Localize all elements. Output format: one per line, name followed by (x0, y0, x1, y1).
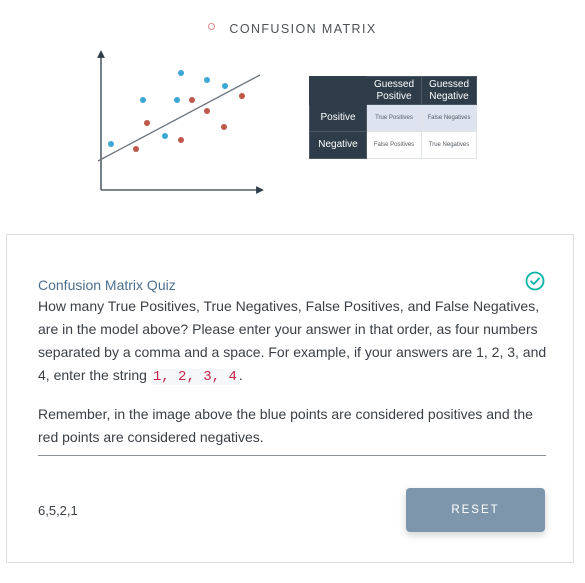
negative-point (239, 93, 245, 99)
matrix-corner (309, 76, 367, 105)
quiz-question: How many True Positives, True Negatives,… (38, 298, 547, 385)
reset-button[interactable]: RESET (406, 488, 545, 532)
negative-point (144, 120, 150, 126)
answer-text[interactable]: 6,5,2,1 (38, 503, 78, 518)
cell-true-negatives: True Negatives (421, 131, 477, 159)
positive-point (178, 70, 184, 76)
negative-point (178, 137, 184, 143)
positive-point (108, 141, 114, 147)
check-circle-icon (525, 271, 545, 291)
figure-title: CONFUSION MATRIX (229, 22, 377, 36)
decision-line (97, 74, 261, 162)
quiz-note: Remember, in the image above the blue po… (38, 406, 533, 445)
confusion-matrix-table: Guessed Positive Guessed Negative Positi… (309, 76, 477, 159)
col-header-negative: Guessed Negative (421, 76, 477, 105)
example-code: 1, 2, 3, 4 (150, 369, 239, 385)
positive-point (162, 133, 168, 139)
col-header-positive: Guessed Positive (366, 76, 422, 105)
positive-point (174, 97, 180, 103)
answer-divider (38, 455, 546, 456)
negative-point (133, 146, 139, 152)
quiz-card: Confusion Matrix Quiz How many True Posi… (6, 234, 574, 563)
cell-false-positives: False Positives (366, 131, 422, 159)
bullet-icon (208, 23, 216, 31)
cell-true-positives: True Positives (366, 104, 422, 132)
positive-point (204, 77, 210, 83)
figure-header: CONFUSION MATRIX (0, 20, 585, 38)
quiz-title: Confusion Matrix Quiz (38, 277, 176, 293)
negative-point (221, 124, 227, 130)
row-header-positive: Positive (309, 104, 367, 132)
negative-point (204, 108, 210, 114)
positive-point (140, 97, 146, 103)
row-header-negative: Negative (309, 131, 367, 159)
scatter-plot (97, 50, 264, 194)
positive-point (222, 83, 228, 89)
cell-false-negatives: False Negatives (421, 104, 477, 132)
negative-point (189, 97, 195, 103)
